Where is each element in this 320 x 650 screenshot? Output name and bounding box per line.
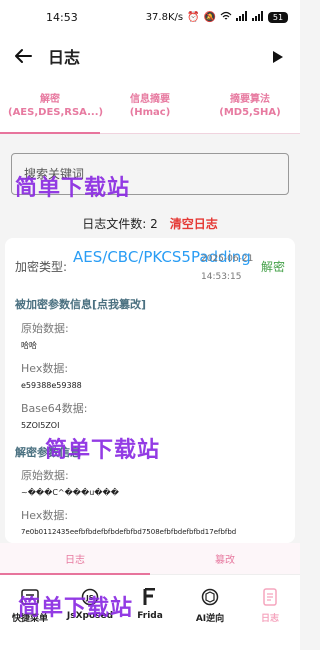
tab-label: 日志 xyxy=(65,555,85,566)
encrypted-hex-label: Hex数据: xyxy=(21,362,69,375)
encrypted-base64-value: 5ZOI5ZOI xyxy=(21,421,60,430)
decrypted-hex-value: 7e0b0112435eefbfbdefbfbdefbfbd7508efbfbd… xyxy=(21,528,237,536)
play-icon[interactable] xyxy=(272,49,286,63)
ai-icon xyxy=(201,587,219,607)
app-bar: 日志 xyxy=(0,34,300,78)
tab-log[interactable]: 日志 xyxy=(0,543,150,575)
tab-label: 信息摘要(Hmac) xyxy=(129,93,171,118)
log-icon xyxy=(263,587,277,607)
operation-label: 解密 xyxy=(260,260,285,274)
network-speed: 37.8K/s xyxy=(145,11,184,23)
encryption-type-label: 加密类型: xyxy=(15,260,68,274)
tab-tamper[interactable]: 篡改 xyxy=(150,543,300,574)
signal-icon-2 xyxy=(252,10,264,24)
log-timestamp: 2025-06-21 14:53:15 xyxy=(201,250,253,286)
watermark: 简单下载站 xyxy=(15,176,131,201)
log-date: 2025-06-21 xyxy=(201,254,254,264)
encryption-algorithm: AES/CBC/PKCS5Padding xyxy=(73,248,251,266)
encrypted-raw-value: 哈哈 xyxy=(21,341,37,350)
back-arrow-icon[interactable] xyxy=(14,46,34,66)
tab-digest[interactable]: 摘要算法(MD5,SHA) xyxy=(200,78,300,133)
tab-label: 解密(AES,DES,RSA...) xyxy=(8,93,104,118)
tab-label: 摘要算法(MD5,SHA) xyxy=(219,93,281,118)
log-time: 14:53:15 xyxy=(201,272,242,282)
nav-label: AI逆向 xyxy=(195,614,225,624)
wifi-icon xyxy=(220,11,232,24)
decrypted-raw-value: ~���C^���u��� xyxy=(21,488,119,497)
encrypted-hex-value: e59388e59388 xyxy=(21,381,82,390)
watermark: 简单下载站 xyxy=(18,596,134,621)
tab-label: 篡改 xyxy=(215,555,235,566)
log-count-row: 日志文件数: 2 清空日志 xyxy=(0,213,300,233)
nav-log[interactable]: 日志 xyxy=(240,575,300,650)
decrypted-raw-label: 原始数据: xyxy=(21,469,69,482)
status-bar: 14:53 37.8K/s ⏰ 🔕 51 xyxy=(0,0,300,34)
log-tamper-tabs: 日志 篡改 xyxy=(0,543,300,575)
encrypted-raw-label: 原始数据: xyxy=(21,322,69,335)
signal-icon xyxy=(236,10,248,24)
status-indicators: 37.8K/s ⏰ 🔕 51 xyxy=(145,10,288,24)
category-tabs: 解密(AES,DES,RSA...) 信息摘要(Hmac) 摘要算法(MD5,S… xyxy=(0,78,300,134)
encrypted-base64-label: Base64数据: xyxy=(21,402,88,415)
battery-icon: 51 xyxy=(268,11,288,23)
clear-logs-button[interactable]: 清空日志 xyxy=(170,215,218,232)
tab-decrypt[interactable]: 解密(AES,DES,RSA...) xyxy=(0,78,104,134)
frida-icon xyxy=(143,587,157,607)
log-entry-header: 加密类型: AES/CBC/PKCS5Padding 2025-06-21 14… xyxy=(5,238,295,290)
mute-icon: 🔕 xyxy=(203,11,216,23)
tab-hmac[interactable]: 信息摘要(Hmac) xyxy=(100,78,200,133)
status-time: 14:53 xyxy=(46,10,78,24)
log-entry-card[interactable]: 加密类型: AES/CBC/PKCS5Padding 2025-06-21 14… xyxy=(5,238,295,543)
encrypted-params-title[interactable]: 被加密参数信息[点我篡改] xyxy=(15,296,146,312)
nav-ai-reverse[interactable]: AI逆向 xyxy=(180,575,240,650)
page-title: 日志 xyxy=(48,48,81,67)
alarm-icon: ⏰ xyxy=(187,11,200,23)
decrypted-hex-label: Hex数据: xyxy=(21,509,69,522)
watermark: 简单下载站 xyxy=(45,438,161,463)
nav-label: 日志 xyxy=(260,614,279,624)
log-file-count: 日志文件数: 2 xyxy=(82,216,158,231)
nav-label: Frida xyxy=(137,611,163,621)
